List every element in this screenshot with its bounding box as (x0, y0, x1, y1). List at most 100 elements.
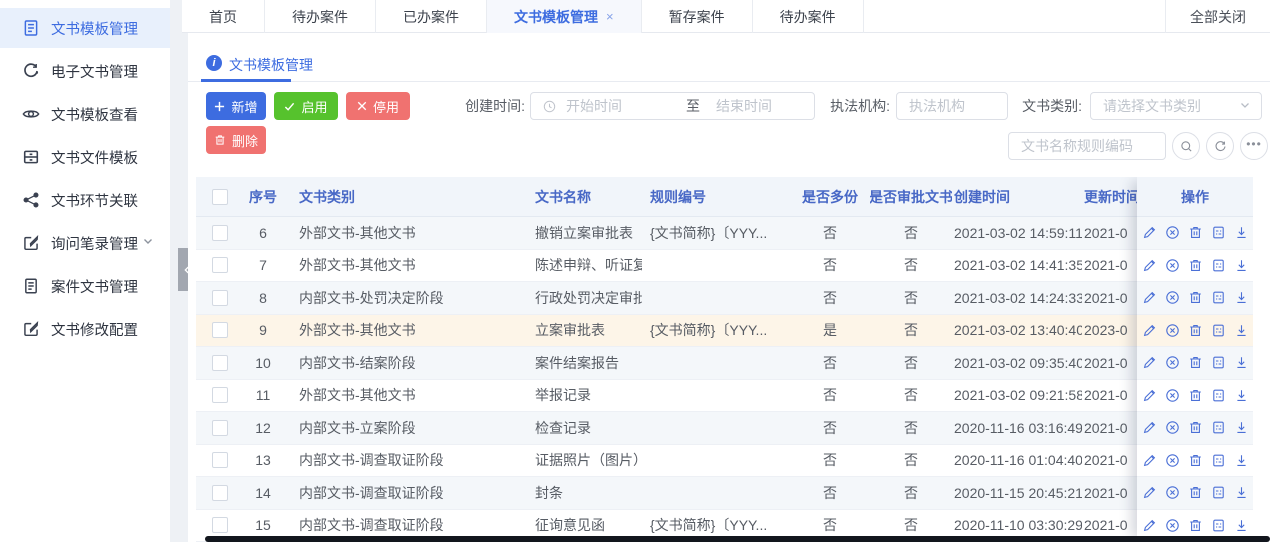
edit-icon[interactable] (1142, 323, 1157, 338)
row-checkbox[interactable] (212, 420, 228, 436)
edit-icon[interactable] (1142, 290, 1157, 305)
table-row[interactable]: 13 内部文书-调查取证阶段 证据照片（图片）... 否 否 2020-11-1… (196, 445, 1253, 478)
table-row[interactable]: 14 内部文书-调查取证阶段 封条 否 否 2020-11-15 20:45:2… (196, 477, 1253, 510)
disable-icon[interactable] (1165, 323, 1180, 338)
download-icon[interactable] (1234, 420, 1249, 435)
download-icon[interactable] (1234, 518, 1249, 533)
disable-button[interactable]: 停用 (346, 92, 410, 120)
table-row[interactable]: 6 外部文书-其他文书 撤销立案审批表 {文书简称}〔YYY... 否 否 20… (196, 217, 1253, 250)
disable-icon[interactable] (1165, 518, 1180, 533)
delete-icon[interactable] (1188, 485, 1203, 500)
delete-icon[interactable] (1188, 388, 1203, 403)
row-checkbox[interactable] (212, 387, 228, 403)
name-rule-input[interactable] (1009, 133, 1165, 159)
edit-icon[interactable] (1142, 420, 1157, 435)
delete-icon[interactable] (1188, 355, 1203, 370)
delete-icon[interactable] (1188, 453, 1203, 468)
download-icon[interactable] (1234, 453, 1249, 468)
edit-icon[interactable] (1142, 388, 1157, 403)
edit-icon[interactable] (1142, 485, 1157, 500)
tab-staged-cases[interactable]: 暂存案件 (642, 0, 753, 33)
delete-icon[interactable] (1188, 258, 1203, 273)
row-checkbox[interactable] (212, 290, 228, 306)
delete-icon[interactable] (1188, 518, 1203, 533)
tab-todo-cases-1[interactable]: 待办案件 (265, 0, 376, 33)
tab-done-cases[interactable]: 已办案件 (376, 0, 487, 33)
table-row[interactable]: 11 外部文书-其他文书 举报记录 否 否 2021-03-02 09:21:5… (196, 380, 1253, 413)
download-icon[interactable] (1234, 388, 1249, 403)
download-icon[interactable] (1234, 225, 1249, 240)
add-button[interactable]: 新增 (206, 92, 266, 120)
delete-button[interactable]: 删除 (206, 126, 266, 154)
delete-icon[interactable] (1188, 323, 1203, 338)
rule-config-icon[interactable] (1211, 388, 1226, 403)
disable-icon[interactable] (1165, 290, 1180, 305)
table-row[interactable]: 7 外部文书-其他文书 陈述申辩、听证复... 否 否 2021-03-02 1… (196, 250, 1253, 283)
edit-icon[interactable] (1142, 225, 1157, 240)
delete-icon[interactable] (1188, 290, 1203, 305)
sidebar-item-case-doc-mgmt[interactable]: 案件文书管理 (0, 266, 170, 306)
agency-input[interactable] (897, 93, 1007, 119)
table-row[interactable]: 9 外部文书-其他文书 立案审批表 {文书简称}〔YYY... 是 否 2021… (196, 315, 1253, 348)
refresh-button[interactable] (1206, 132, 1234, 160)
disable-icon[interactable] (1165, 388, 1180, 403)
download-icon[interactable] (1234, 355, 1249, 370)
doc-type-select[interactable]: 请选择文书类别 (1090, 92, 1262, 120)
table-row[interactable]: 8 内部文书-处罚决定阶段 行政处罚决定审批表 否 否 2021-03-02 1… (196, 282, 1253, 315)
start-time-placeholder[interactable]: 开始时间 (566, 96, 622, 116)
end-time-placeholder[interactable]: 结束时间 (716, 96, 772, 116)
tab-home[interactable]: 首页 (182, 0, 265, 33)
download-icon[interactable] (1234, 485, 1249, 500)
more-button[interactable]: ••• (1240, 132, 1268, 160)
sidebar-item-doc-template-mgmt[interactable]: 文书模板管理 (0, 8, 170, 48)
created-time-range-picker[interactable]: 开始时间 至 结束时间 (530, 92, 815, 120)
edit-icon[interactable] (1142, 518, 1157, 533)
row-checkbox[interactable] (212, 355, 228, 371)
download-icon[interactable] (1234, 258, 1249, 273)
rule-config-icon[interactable] (1211, 258, 1226, 273)
rule-config-icon[interactable] (1211, 290, 1226, 305)
row-checkbox[interactable] (212, 485, 228, 501)
sidebar-item-inquiry-record-mgmt[interactable]: 询问笔录管理 (0, 223, 170, 263)
rule-config-icon[interactable] (1211, 225, 1226, 240)
enable-button[interactable]: 启用 (274, 92, 338, 120)
sidebar-item-doc-link[interactable]: 文书环节关联 (0, 180, 170, 220)
delete-icon[interactable] (1188, 225, 1203, 240)
rule-config-icon[interactable] (1211, 518, 1226, 533)
row-checkbox[interactable] (212, 517, 228, 533)
rule-config-icon[interactable] (1211, 453, 1226, 468)
edit-icon[interactable] (1142, 355, 1157, 370)
horizontal-scrollbar-thumb[interactable] (205, 536, 1270, 542)
table-row[interactable]: 10 内部文书-结案阶段 案件结案报告 否 否 2021-03-02 09:35… (196, 347, 1253, 380)
sidebar-item-doc-template-view[interactable]: 文书模板查看 (0, 94, 170, 134)
disable-icon[interactable] (1165, 225, 1180, 240)
delete-icon[interactable] (1188, 420, 1203, 435)
disable-icon[interactable] (1165, 420, 1180, 435)
edit-icon[interactable] (1142, 453, 1157, 468)
sidebar-item-doc-modify-config[interactable]: 文书修改配置 (0, 309, 170, 349)
tab-close-icon[interactable]: × (606, 9, 614, 24)
rule-config-icon[interactable] (1211, 485, 1226, 500)
disable-icon[interactable] (1165, 485, 1180, 500)
select-all-checkbox[interactable] (212, 189, 228, 205)
table-row[interactable]: 12 内部文书-立案阶段 检查记录 否 否 2020-11-16 03:16:4… (196, 412, 1253, 445)
row-checkbox[interactable] (212, 225, 228, 241)
sidebar-item-doc-file-template[interactable]: 文书文件模板 (0, 137, 170, 177)
download-icon[interactable] (1234, 290, 1249, 305)
disable-icon[interactable] (1165, 453, 1180, 468)
close-all-tabs-button[interactable]: 全部关闭 (1165, 0, 1270, 33)
disable-icon[interactable] (1165, 355, 1180, 370)
row-checkbox[interactable] (212, 452, 228, 468)
row-checkbox[interactable] (212, 322, 228, 338)
row-checkbox[interactable] (212, 257, 228, 273)
sidebar-item-e-doc-mgmt[interactable]: 电子文书管理 (0, 51, 170, 91)
search-button[interactable] (1172, 132, 1200, 160)
rule-config-icon[interactable] (1211, 323, 1226, 338)
tab-todo-cases-2[interactable]: 待办案件 (753, 0, 864, 33)
rule-config-icon[interactable] (1211, 355, 1226, 370)
edit-icon[interactable] (1142, 258, 1157, 273)
disable-icon[interactable] (1165, 258, 1180, 273)
rule-config-icon[interactable] (1211, 420, 1226, 435)
tab-doc-template-mgmt[interactable]: 文书模板管理 × (487, 0, 642, 33)
download-icon[interactable] (1234, 323, 1249, 338)
